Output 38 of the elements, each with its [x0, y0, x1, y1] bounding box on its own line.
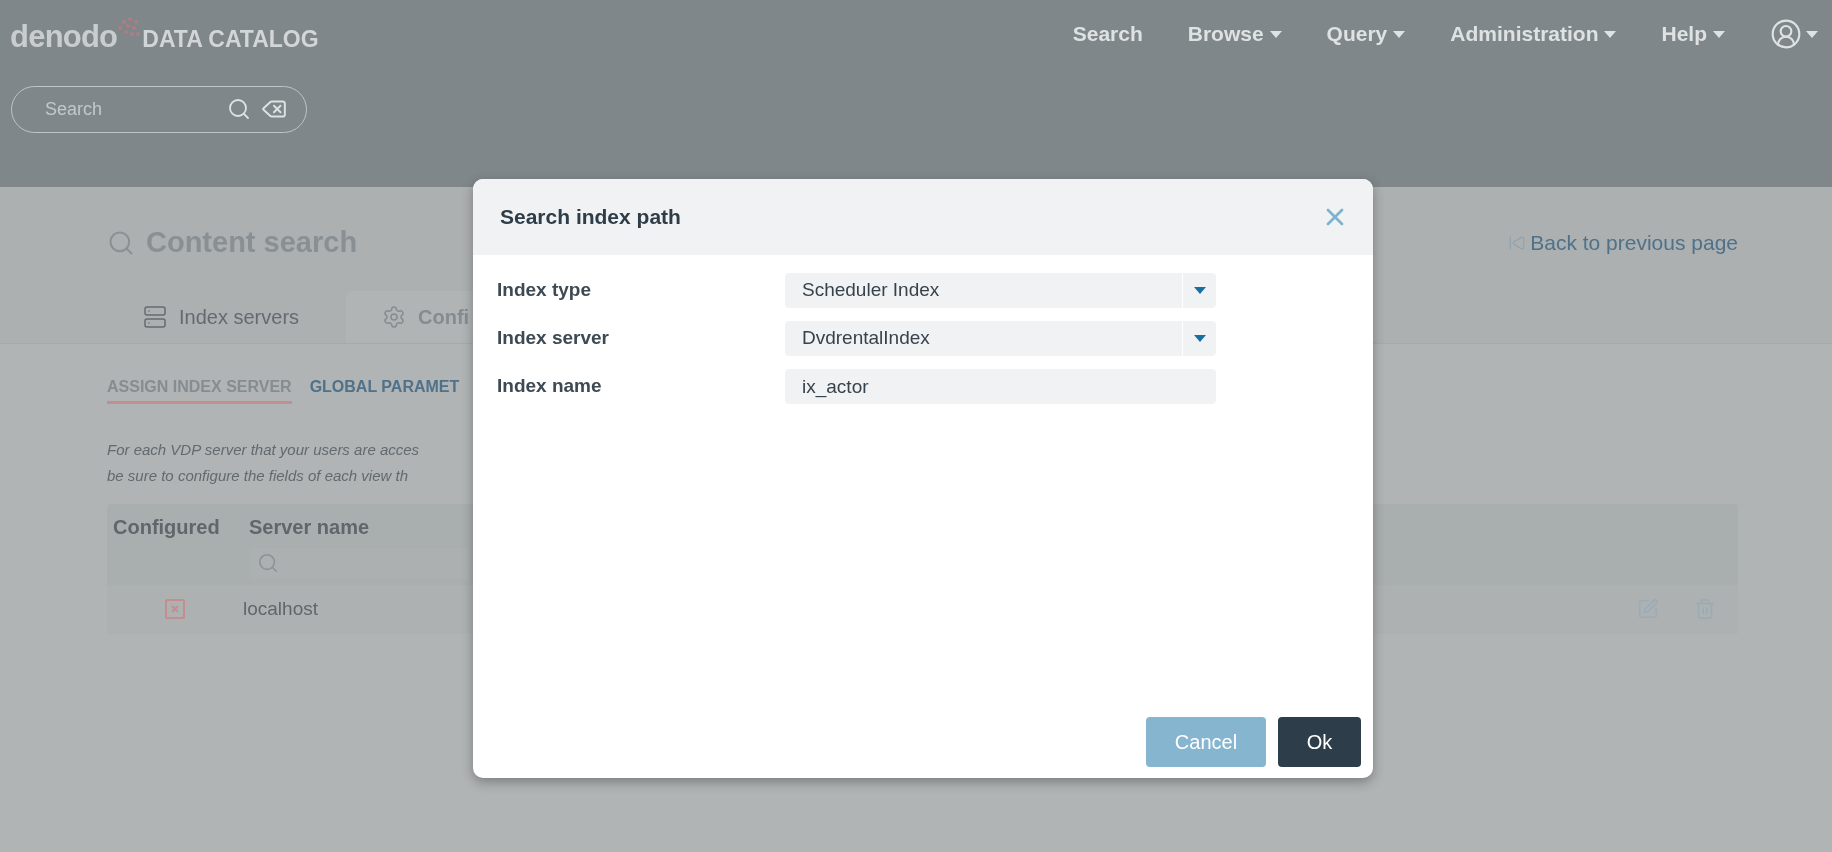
dialog-title: Search index path — [500, 204, 681, 231]
tab[interactable]: Index servers — [107, 290, 346, 343]
nav-item[interactable]: Browse — [1187, 18, 1282, 50]
caret-icon — [1393, 30, 1406, 38]
caret-icon — [1713, 30, 1725, 38]
description-text: For each VDP server that your users are acces — [107, 439, 421, 460]
table-cell-text: localhost — [243, 596, 318, 621]
search-icon — [257, 552, 279, 574]
nav-item[interactable]: Query — [1326, 18, 1406, 50]
gear-icon — [382, 304, 406, 329]
caret-icon — [1269, 30, 1282, 38]
caret-icon — [1193, 287, 1206, 294]
field-label: Index name — [497, 374, 603, 399]
column-header: Configured — [113, 515, 220, 538]
back-link[interactable]: Back to previous page — [1508, 227, 1738, 259]
select-field[interactable]: Scheduler Index — [785, 273, 1216, 308]
ok-button[interactable]: Ok — [1278, 717, 1361, 767]
nav-item[interactable]: Search — [1072, 18, 1143, 50]
caret-icon — [1806, 30, 1818, 38]
description-text: be sure to configure the fields of each view th — [107, 465, 409, 486]
nav-item[interactable]: Help — [1661, 18, 1725, 50]
search-field[interactable]: Search — [11, 86, 307, 133]
subtab[interactable]: GLOBAL PARAMET — [309, 374, 460, 404]
caret-icon — [1193, 335, 1206, 342]
column-header: Server name — [249, 514, 371, 540]
text-field[interactable]: ix_actor — [785, 369, 1216, 404]
user-menu[interactable] — [1770, 18, 1818, 50]
logo: denodo — [10, 21, 118, 52]
product-name: DATA CATALOG — [142, 28, 319, 51]
search-icon[interactable] — [227, 97, 251, 121]
search-icon — [107, 228, 135, 257]
caret-icon — [1604, 30, 1617, 38]
cancel-button[interactable]: Cancel — [1146, 717, 1266, 767]
select-field[interactable]: DvdrentalIndex — [785, 321, 1216, 356]
server-icon — [143, 304, 167, 329]
back-icon — [1508, 233, 1527, 252]
nav-item[interactable]: Administration — [1450, 18, 1617, 50]
user-icon — [1770, 18, 1802, 50]
